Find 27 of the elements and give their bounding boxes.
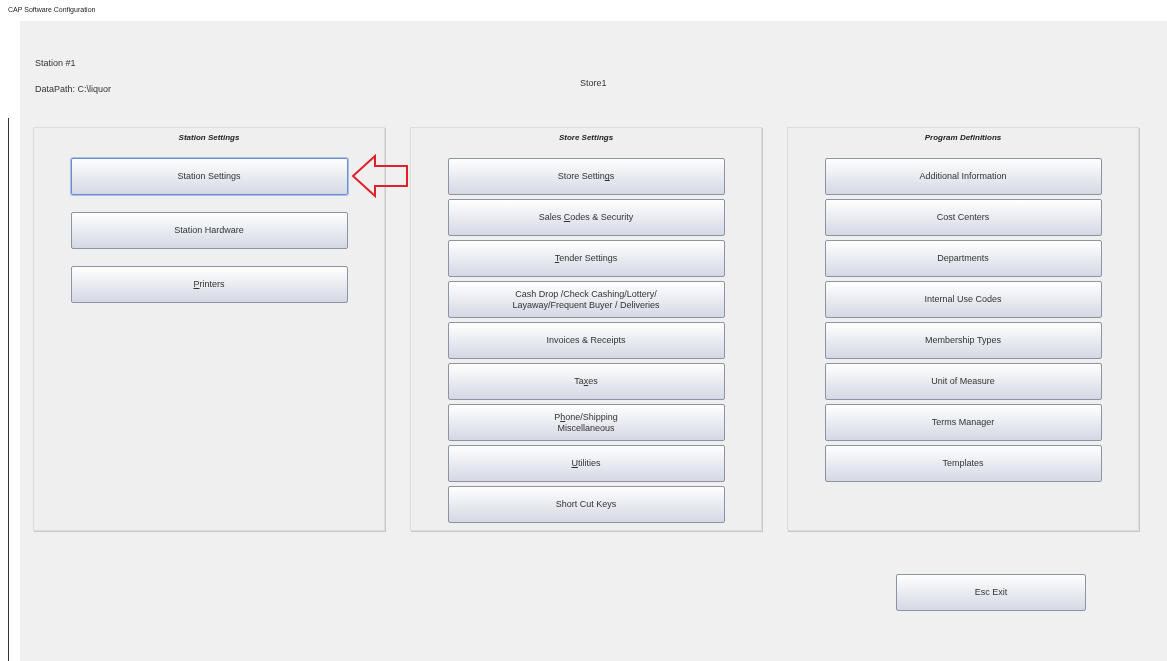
menu-button[interactable]: Phone/Shipping Miscellaneous [447, 404, 725, 441]
menu-button[interactable]: Membership Types [824, 322, 1102, 359]
menu-button[interactable]: Store Settings [447, 158, 725, 195]
menu-button[interactable]: Sales Codes & Security [447, 199, 725, 236]
panel-title: Store Settings [558, 132, 614, 144]
menu-button[interactable]: Station Hardware [70, 212, 348, 249]
menu-button[interactable]: Taxes [447, 363, 725, 400]
panel-title: Program Definitions [924, 132, 1002, 144]
store-name: Store1 [580, 77, 607, 90]
menu-button[interactable]: Tender Settings [447, 240, 725, 277]
menu-button[interactable]: Cash Drop /Check Cashing/Lottery/ Layaway/Frequent Buyer / Deliveries [447, 281, 725, 318]
menu-button[interactable]: Printers [70, 266, 348, 303]
menu-button[interactable]: Terms Manager [824, 404, 1102, 441]
data-path-label: DataPath: C:\liquor [35, 83, 112, 96]
menu-button[interactable]: Internal Use Codes [824, 281, 1102, 318]
menu-button[interactable]: Invoices & Receipts [447, 322, 725, 359]
menu-button[interactable]: Templates [824, 445, 1102, 482]
exit-button[interactable]: Esc Exit [896, 574, 1086, 611]
menu-button[interactable]: Unit of Measure [824, 363, 1102, 400]
menu-button[interactable]: Cost Centers [824, 199, 1102, 236]
menu-button[interactable]: Station Settings [70, 158, 348, 195]
panel-title: Station Settings [178, 132, 240, 144]
menu-button[interactable]: Utilities [447, 445, 725, 482]
menu-button[interactable]: Additional Information [824, 158, 1102, 195]
menu-button[interactable]: Short Cut Keys [447, 486, 725, 523]
station-label: Station #1 [35, 57, 76, 70]
menu-button[interactable]: Departments [824, 240, 1102, 277]
